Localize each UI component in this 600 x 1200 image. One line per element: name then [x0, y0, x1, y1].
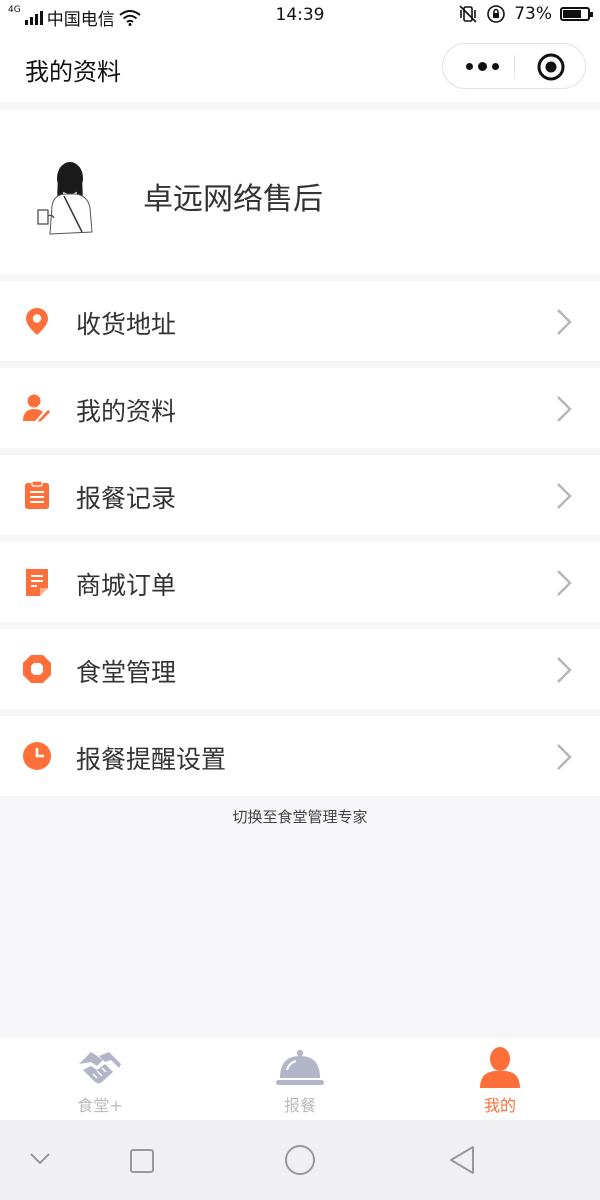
page-title: 我的资料 — [25, 58, 121, 86]
status-bar: 4G 中国电信 14:39 73% — [0, 0, 600, 32]
clipboard-icon — [25, 480, 49, 509]
tab-mine[interactable]: 我的 — [400, 1038, 600, 1120]
menu-list: 收货地址 我的资料 报餐记录 商城订单 食堂管理 报餐提醒设置 — [0, 281, 600, 803]
tab-bar: 食堂+ 报餐 我的 — [0, 1038, 600, 1120]
nav-bar: 我的资料 — [0, 32, 600, 102]
menu-item-my-profile[interactable]: 我的资料 — [0, 368, 600, 448]
chevron-down-icon[interactable] — [29, 1152, 51, 1166]
order-document-icon — [26, 569, 48, 596]
food-cloche-icon — [276, 1049, 324, 1085]
chevron-right-icon — [557, 483, 572, 509]
chevron-right-icon — [557, 744, 572, 770]
handshake-icon — [79, 1052, 121, 1084]
switch-to-canteen-expert-link[interactable]: 切换至食堂管理专家 — [0, 806, 600, 827]
avatar[interactable] — [28, 154, 108, 244]
capsule-divider — [514, 55, 515, 79]
menu-label: 报餐提醒设置 — [76, 745, 227, 774]
profile-name: 卓远网络售后 — [143, 182, 323, 217]
chevron-right-icon — [557, 570, 572, 596]
more-button[interactable] — [461, 54, 503, 78]
menu-item-mall-orders[interactable]: 商城订单 — [0, 542, 600, 622]
tab-meal-report[interactable]: 报餐 — [200, 1038, 400, 1120]
menu-label: 我的资料 — [76, 397, 177, 426]
rotation-lock-icon — [487, 5, 506, 23]
battery-icon — [560, 7, 593, 21]
menu-label: 食堂管理 — [76, 658, 177, 687]
menu-item-meal-records[interactable]: 报餐记录 — [0, 455, 600, 535]
back-button[interactable] — [448, 1145, 476, 1175]
menu-item-meal-reminder-settings[interactable]: 报餐提醒设置 — [0, 716, 600, 796]
profile-card[interactable]: 卓远网络售后 — [0, 110, 600, 274]
more-dots-icon — [465, 62, 473, 70]
chevron-right-icon — [557, 396, 572, 422]
menu-label: 商城订单 — [76, 571, 177, 600]
person-icon — [480, 1047, 520, 1088]
menu-label: 收货地址 — [76, 310, 177, 339]
menu-label: 报餐记录 — [76, 484, 177, 513]
system-nav-bar — [0, 1120, 600, 1200]
user-edit-icon — [23, 394, 52, 423]
battery-percent: 73% — [514, 4, 552, 24]
close-target-button[interactable] — [537, 53, 565, 81]
menu-item-address[interactable]: 收货地址 — [0, 281, 600, 361]
clock-icon — [23, 742, 51, 770]
tab-canteen-plus[interactable]: 食堂+ — [0, 1038, 200, 1120]
chevron-right-icon — [557, 657, 572, 683]
tab-label: 报餐 — [283, 1096, 316, 1115]
location-pin-icon — [26, 308, 48, 335]
home-button[interactable] — [284, 1144, 316, 1176]
chevron-right-icon — [557, 309, 572, 335]
vibrate-off-icon — [459, 5, 477, 23]
status-right: 73% — [458, 4, 593, 24]
tab-label: 食堂+ — [77, 1096, 123, 1115]
octagon-icon — [23, 655, 51, 683]
tab-label: 我的 — [483, 1096, 516, 1115]
mini-program-capsule — [442, 43, 586, 89]
recent-apps-button[interactable] — [129, 1148, 155, 1174]
menu-item-canteen-management[interactable]: 食堂管理 — [0, 629, 600, 709]
